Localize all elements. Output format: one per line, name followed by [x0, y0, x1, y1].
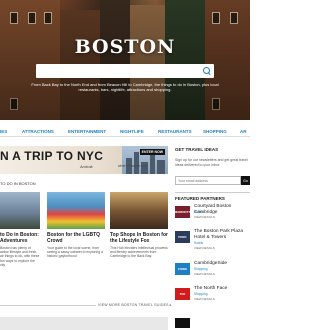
card-description: Your guide to the local scene, from seei… — [47, 246, 103, 259]
guide-card[interactable]: Top Shops In Boston for the Lifestyle Fo… — [110, 192, 168, 259]
card-title[interactable]: to Do in Boston: Adventures — [0, 232, 40, 244]
partner-details-link[interactable]: VIEW DETAILS — [194, 215, 215, 219]
partner-details-link[interactable]: VIEW DETAILS — [194, 246, 215, 250]
nav-item-entertainment[interactable]: ENTERTAINMENT — [68, 129, 106, 134]
signup-button[interactable]: Go — [241, 176, 250, 185]
nav-item-attractions[interactable]: ATTRACTIONS — [22, 129, 54, 134]
partner-name[interactable]: CambridgeSide — [194, 261, 250, 267]
divider — [175, 192, 250, 193]
partner-details-link[interactable]: VIEW DETAILS — [194, 297, 215, 301]
hero-banner: BOSTON From Back Bay to the North End an… — [0, 0, 250, 120]
partner-logo[interactable]: PARK — [175, 231, 190, 243]
partner-logo[interactable]: TNF — [175, 288, 190, 300]
skyline-tower — [157, 160, 165, 174]
card-description: This Hub elevates intellectual prowess a… — [110, 246, 168, 259]
card-image[interactable] — [47, 192, 105, 229]
guide-card[interactable]: Boston for the LGBTQ Crowd Your guide to… — [47, 192, 105, 259]
skyline-tower — [134, 152, 139, 174]
partner-logo[interactable] — [175, 318, 190, 328]
partner-item[interactable]: MARRIOTT Courtyard Boston Cambridge Hote… — [175, 204, 250, 226]
partner-name[interactable]: The Boston Park Plaza Hotel & Towers — [194, 229, 250, 240]
partner-category: Shopping — [194, 292, 208, 296]
category-nav: IES ATTRACTIONS ENTERTAINMENT NIGHTLIFE … — [0, 127, 250, 137]
partner-category: Shopping — [194, 267, 208, 271]
nav-item-restaurants[interactable]: RESTAURANTS — [158, 129, 192, 134]
search-input[interactable] — [39, 68, 203, 74]
partner-item[interactable]: CSIDE CambridgeSide Shopping VIEW DETAIL… — [175, 261, 250, 283]
card-image[interactable] — [0, 192, 40, 229]
partner-item[interactable]: PARK The Boston Park Plaza Hotel & Tower… — [175, 229, 250, 251]
card-title[interactable]: Boston for the LGBTQ Crowd — [47, 232, 105, 244]
card-title[interactable]: Top Shops In Boston for the Lifestyle Fo… — [110, 232, 168, 244]
partner-logo[interactable]: MARRIOTT — [175, 206, 190, 218]
bottom-image-strip — [0, 317, 168, 330]
promo-site: whereTraveler.com — [118, 164, 148, 168]
email-field[interactable] — [175, 176, 241, 185]
nav-item[interactable]: IES — [0, 129, 7, 134]
partner-logo[interactable]: CSIDE — [175, 263, 190, 275]
card-image[interactable] — [110, 192, 168, 229]
travel-ideas-heading: GET TRAVEL IDEAS — [175, 147, 219, 152]
skyline-tower — [150, 155, 155, 174]
card-description: Boston has plenty of active lifestyle an… — [0, 246, 40, 267]
search-icon[interactable] — [203, 67, 211, 75]
enter-now-button[interactable]: ENTER NOW — [139, 149, 165, 155]
partner-item[interactable]: TNF The North Face Shopping VIEW DETAILS — [175, 286, 250, 308]
promo-brand-logo: Amtrak — [80, 164, 93, 169]
travel-ideas-description: Sign up for our newsletters and get grea… — [175, 158, 248, 167]
partner-details-link[interactable]: VIEW DETAILS — [194, 272, 215, 276]
nav-item-arts[interactable]: AR — [240, 129, 247, 134]
search-bar[interactable] — [36, 64, 214, 78]
partner-category: Hotels — [194, 241, 204, 245]
partners-heading: FEATURED PARTNERS — [175, 196, 225, 201]
section-label: TO DO IN BOSTON — [0, 181, 36, 186]
nav-item-shopping[interactable]: SHOPPING — [203, 129, 227, 134]
nav-item-nightlife[interactable]: NIGHTLIFE — [120, 129, 144, 134]
promo-banner[interactable]: N A TRIP TO NYC ENTER NOW Amtrak whereTr… — [0, 146, 168, 174]
page-title: BOSTON — [74, 36, 176, 58]
guide-card[interactable]: to Do in Boston: Adventures Boston has p… — [0, 192, 40, 267]
partner-category: Hotels — [194, 210, 204, 214]
view-more-link[interactable]: VIEW MORE BOSTON TRAVEL GUIDES ▸ — [96, 303, 174, 307]
promo-headline: N A TRIP TO NYC — [0, 149, 104, 163]
hero-shade — [0, 0, 250, 120]
partner-name[interactable]: The North Face — [194, 286, 250, 292]
hero-tagline: From Back Bay to the North End and from … — [31, 82, 219, 92]
